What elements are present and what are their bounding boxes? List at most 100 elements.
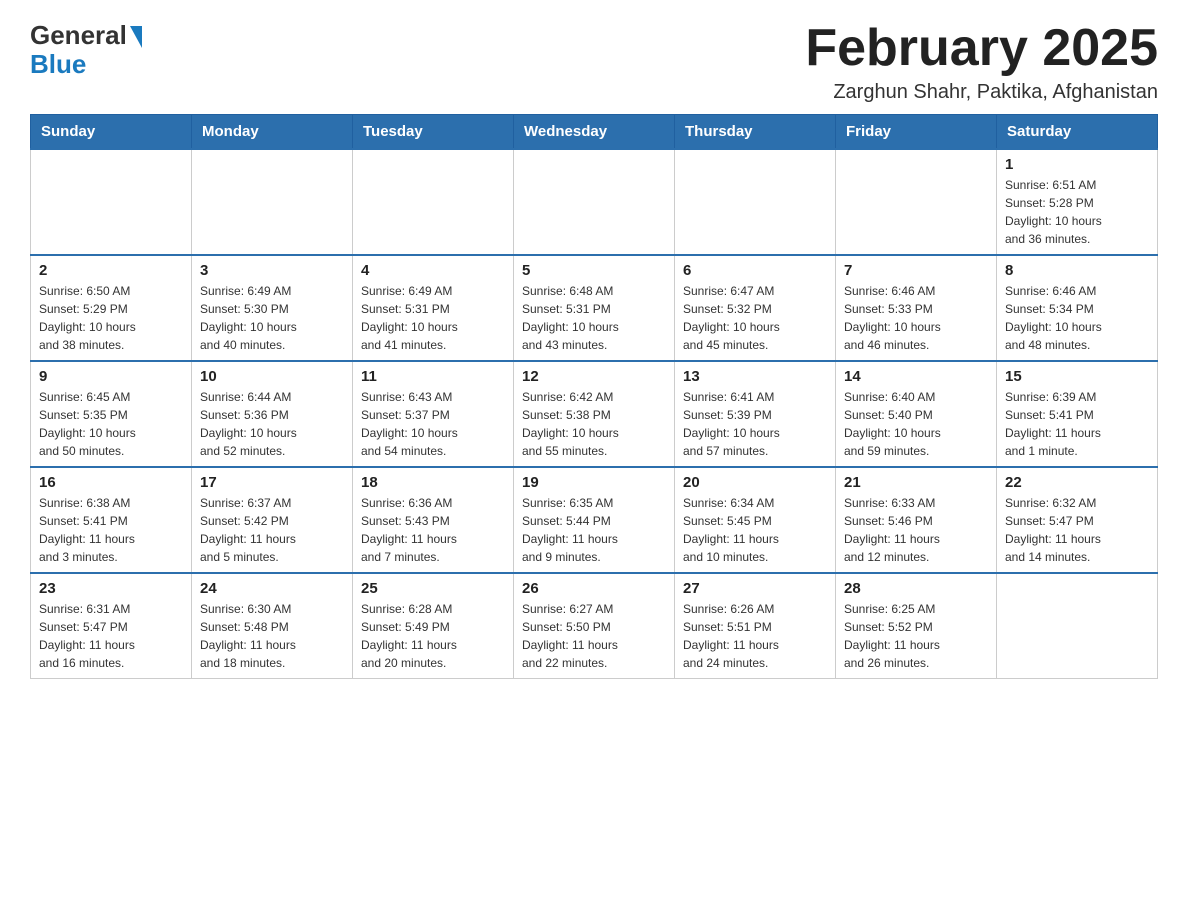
page-header: General Blue February 2025 Zarghun Shahr… xyxy=(30,20,1158,104)
day-info: Sunrise: 6:30 AMSunset: 5:48 PMDaylight:… xyxy=(200,600,344,672)
calendar-week-row: 9Sunrise: 6:45 AMSunset: 5:35 PMDaylight… xyxy=(31,361,1158,467)
day-number: 6 xyxy=(683,262,827,279)
day-info: Sunrise: 6:41 AMSunset: 5:39 PMDaylight:… xyxy=(683,388,827,460)
day-info: Sunrise: 6:34 AMSunset: 5:45 PMDaylight:… xyxy=(683,494,827,566)
day-number: 26 xyxy=(522,580,666,597)
day-number: 11 xyxy=(361,368,505,385)
logo-blue-text: Blue xyxy=(30,49,86,80)
day-number: 10 xyxy=(200,368,344,385)
calendar-subtitle: Zarghun Shahr, Paktika, Afghanistan xyxy=(805,81,1158,104)
calendar-day-cell: 6Sunrise: 6:47 AMSunset: 5:32 PMDaylight… xyxy=(675,255,836,361)
calendar-day-cell: 3 Sunrise: 6:49 AMSunset: 5:30 PMDaylight… xyxy=(192,255,353,361)
title-block: February 2025 Zarghun Shahr, Paktika, Af… xyxy=(805,20,1158,104)
calendar-day-cell: 17 Sunrise: 6:37 AMSunset: 5:42 PMDayligh… xyxy=(192,467,353,573)
day-info: Sunrise: 6:50 AMSunset: 5:29 PMDaylight:… xyxy=(39,282,183,354)
calendar-day-cell: 10 Sunrise: 6:44 AMSunset: 5:36 PMDayligh… xyxy=(192,361,353,467)
day-info: Sunrise: 6:28 AMSunset: 5:49 PMDaylight:… xyxy=(361,600,505,672)
day-number: 8 xyxy=(1005,262,1149,279)
day-number: 21 xyxy=(844,474,988,491)
day-number: 14 xyxy=(844,368,988,385)
day-info: Sunrise: 6:36 AMSunset: 5:43 PMDaylight:… xyxy=(361,494,505,566)
day-info: Sunrise: 6:48 AMSunset: 5:31 PMDaylight:… xyxy=(522,282,666,354)
calendar-day-cell: 24 Sunrise: 6:30 AMSunset: 5:48 PMDayligh… xyxy=(192,573,353,679)
logo: General Blue xyxy=(30,20,142,80)
calendar-day-cell xyxy=(514,149,675,255)
calendar-title: February 2025 xyxy=(805,20,1158,77)
calendar-day-cell: 22Sunrise: 6:32 AMSunset: 5:47 PMDayligh… xyxy=(997,467,1158,573)
day-info: Sunrise: 6:51 AMSunset: 5:28 PMDaylight:… xyxy=(1005,176,1149,248)
day-number: 16 xyxy=(39,474,183,491)
logo-general-text: General xyxy=(30,20,127,51)
calendar-day-cell: 26 Sunrise: 6:27 AMSunset: 5:50 PMDayligh… xyxy=(514,573,675,679)
calendar-day-cell xyxy=(997,573,1158,679)
day-number: 3 xyxy=(200,262,344,279)
day-info: Sunrise: 6:31 AMSunset: 5:47 PMDaylight:… xyxy=(39,600,183,672)
weekday-header: Saturday xyxy=(997,115,1158,150)
day-info: Sunrise: 6:46 AMSunset: 5:34 PMDaylight:… xyxy=(1005,282,1149,354)
calendar-day-cell xyxy=(836,149,997,255)
day-info: Sunrise: 6:25 AMSunset: 5:52 PMDaylight:… xyxy=(844,600,988,672)
day-number: 2 xyxy=(39,262,183,279)
day-info: Sunrise: 6:35 AMSunset: 5:44 PMDaylight:… xyxy=(522,494,666,566)
calendar-table: SundayMondayTuesdayWednesdayThursdayFrid… xyxy=(30,114,1158,679)
day-number: 15 xyxy=(1005,368,1149,385)
weekday-header: Monday xyxy=(192,115,353,150)
day-number: 9 xyxy=(39,368,183,385)
calendar-day-cell: 20 Sunrise: 6:34 AMSunset: 5:45 PMDayligh… xyxy=(675,467,836,573)
calendar-day-cell: 4 Sunrise: 6:49 AMSunset: 5:31 PMDaylight… xyxy=(353,255,514,361)
day-info: Sunrise: 6:43 AMSunset: 5:37 PMDaylight:… xyxy=(361,388,505,460)
calendar-day-cell: 11 Sunrise: 6:43 AMSunset: 5:37 PMDayligh… xyxy=(353,361,514,467)
day-info: Sunrise: 6:49 AMSunset: 5:30 PMDaylight:… xyxy=(200,282,344,354)
day-info: Sunrise: 6:27 AMSunset: 5:50 PMDaylight:… xyxy=(522,600,666,672)
day-number: 12 xyxy=(522,368,666,385)
calendar-day-cell: 18Sunrise: 6:36 AMSunset: 5:43 PMDayligh… xyxy=(353,467,514,573)
calendar-day-cell: 13Sunrise: 6:41 AMSunset: 5:39 PMDayligh… xyxy=(675,361,836,467)
calendar-day-cell: 14 Sunrise: 6:40 AMSunset: 5:40 PMDayligh… xyxy=(836,361,997,467)
day-number: 19 xyxy=(522,474,666,491)
day-number: 1 xyxy=(1005,156,1149,173)
calendar-day-cell xyxy=(192,149,353,255)
calendar-day-cell: 23Sunrise: 6:31 AMSunset: 5:47 PMDayligh… xyxy=(31,573,192,679)
calendar-week-row: 2 Sunrise: 6:50 AMSunset: 5:29 PMDaylight… xyxy=(31,255,1158,361)
calendar-day-cell: 8 Sunrise: 6:46 AMSunset: 5:34 PMDaylight… xyxy=(997,255,1158,361)
day-number: 4 xyxy=(361,262,505,279)
calendar-day-cell xyxy=(675,149,836,255)
day-number: 28 xyxy=(844,580,988,597)
day-info: Sunrise: 6:38 AMSunset: 5:41 PMDaylight:… xyxy=(39,494,183,566)
day-info: Sunrise: 6:32 AMSunset: 5:47 PMDaylight:… xyxy=(1005,494,1149,566)
calendar-day-cell xyxy=(353,149,514,255)
day-number: 20 xyxy=(683,474,827,491)
calendar-day-cell: 15Sunrise: 6:39 AMSunset: 5:41 PMDayligh… xyxy=(997,361,1158,467)
weekday-header: Sunday xyxy=(31,115,192,150)
calendar-day-cell xyxy=(31,149,192,255)
day-number: 5 xyxy=(522,262,666,279)
day-number: 24 xyxy=(200,580,344,597)
day-info: Sunrise: 6:33 AMSunset: 5:46 PMDaylight:… xyxy=(844,494,988,566)
calendar-header-row: SundayMondayTuesdayWednesdayThursdayFrid… xyxy=(31,115,1158,150)
calendar-week-row: 23Sunrise: 6:31 AMSunset: 5:47 PMDayligh… xyxy=(31,573,1158,679)
calendar-day-cell: 1 Sunrise: 6:51 AMSunset: 5:28 PMDaylight… xyxy=(997,149,1158,255)
weekday-header: Thursday xyxy=(675,115,836,150)
calendar-body: 1 Sunrise: 6:51 AMSunset: 5:28 PMDaylight… xyxy=(31,149,1158,679)
calendar-day-cell: 25Sunrise: 6:28 AMSunset: 5:49 PMDayligh… xyxy=(353,573,514,679)
day-info: Sunrise: 6:49 AMSunset: 5:31 PMDaylight:… xyxy=(361,282,505,354)
calendar-week-row: 16 Sunrise: 6:38 AMSunset: 5:41 PMDayligh… xyxy=(31,467,1158,573)
weekday-header: Wednesday xyxy=(514,115,675,150)
calendar-week-row: 1 Sunrise: 6:51 AMSunset: 5:28 PMDaylight… xyxy=(31,149,1158,255)
calendar-day-cell: 28 Sunrise: 6:25 AMSunset: 5:52 PMDayligh… xyxy=(836,573,997,679)
day-info: Sunrise: 6:46 AMSunset: 5:33 PMDaylight:… xyxy=(844,282,988,354)
day-info: Sunrise: 6:40 AMSunset: 5:40 PMDaylight:… xyxy=(844,388,988,460)
weekday-header: Friday xyxy=(836,115,997,150)
day-info: Sunrise: 6:26 AMSunset: 5:51 PMDaylight:… xyxy=(683,600,827,672)
day-number: 27 xyxy=(683,580,827,597)
calendar-day-cell: 21 Sunrise: 6:33 AMSunset: 5:46 PMDayligh… xyxy=(836,467,997,573)
day-info: Sunrise: 6:44 AMSunset: 5:36 PMDaylight:… xyxy=(200,388,344,460)
day-info: Sunrise: 6:42 AMSunset: 5:38 PMDaylight:… xyxy=(522,388,666,460)
calendar-day-cell: 19 Sunrise: 6:35 AMSunset: 5:44 PMDayligh… xyxy=(514,467,675,573)
weekday-header: Tuesday xyxy=(353,115,514,150)
calendar-day-cell: 16 Sunrise: 6:38 AMSunset: 5:41 PMDayligh… xyxy=(31,467,192,573)
day-number: 7 xyxy=(844,262,988,279)
day-number: 17 xyxy=(200,474,344,491)
calendar-day-cell: 12 Sunrise: 6:42 AMSunset: 5:38 PMDayligh… xyxy=(514,361,675,467)
day-info: Sunrise: 6:37 AMSunset: 5:42 PMDaylight:… xyxy=(200,494,344,566)
